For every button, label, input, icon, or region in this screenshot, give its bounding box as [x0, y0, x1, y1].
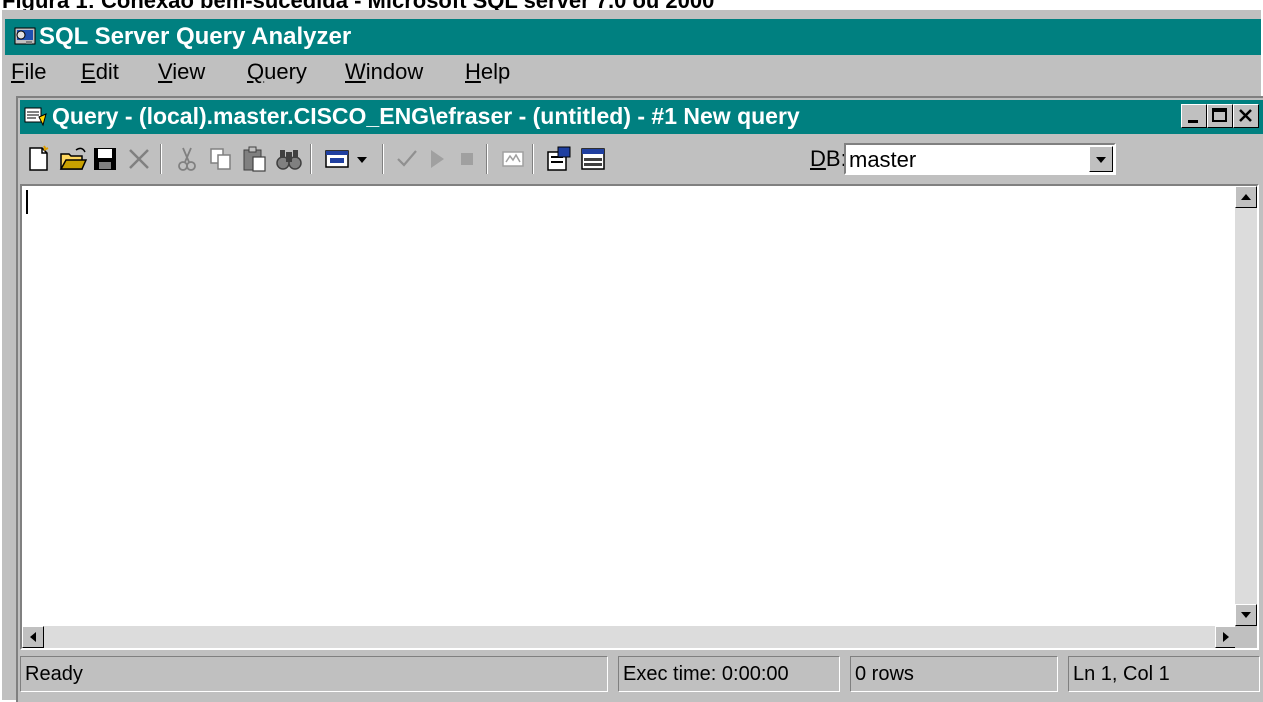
query-window-title-bar[interactable]: Query - (local).master.CISCO_ENG\efraser…: [20, 100, 1263, 134]
menu-query[interactable]: Query: [247, 59, 307, 85]
db-label-accel: D: [810, 146, 826, 171]
chevron-down-icon: [1096, 157, 1106, 163]
arrow-down-icon: [1241, 612, 1251, 618]
database-select[interactable]: master: [844, 143, 1116, 175]
dropdown-arrow-icon[interactable]: [352, 144, 372, 174]
toolbar-separator: [382, 144, 384, 174]
menu-edit-label: dit: [95, 59, 119, 84]
menu-window-accel: W: [345, 59, 366, 84]
cut-icon[interactable]: [172, 144, 202, 174]
arrow-right-icon: [1223, 632, 1229, 642]
menu-bar: File Edit View Query Window Help: [5, 56, 1261, 94]
menu-help-label: elp: [480, 59, 511, 84]
results-pane-icon[interactable]: [578, 144, 608, 174]
menu-file[interactable]: File: [11, 59, 46, 85]
query-editor[interactable]: [20, 184, 1259, 650]
toolbar-separator: [160, 144, 162, 174]
database-select-button[interactable]: [1089, 146, 1113, 172]
show-plan-icon[interactable]: [498, 144, 528, 174]
minimize-button[interactable]: [1181, 104, 1207, 128]
figure-caption-text: Figura 1: Conexão bem-sucedida - Microso…: [2, 0, 714, 10]
database-select-value: master: [849, 147, 917, 172]
status-ready: Ready: [25, 663, 83, 685]
object-browser-icon[interactable]: [544, 144, 574, 174]
app-title: SQL Server Query Analyzer: [39, 23, 352, 50]
query-toolbar: DB: master: [20, 136, 1261, 182]
menu-query-label: uery: [264, 59, 307, 84]
arrow-left-icon: [30, 632, 36, 642]
scrollbar-corner: [1235, 626, 1257, 648]
close-button[interactable]: [1233, 104, 1259, 128]
scroll-down-button[interactable]: [1235, 604, 1257, 626]
scroll-up-button[interactable]: [1235, 186, 1257, 208]
status-ready-pane: Ready: [20, 656, 608, 692]
menu-window[interactable]: Window: [345, 59, 423, 85]
menu-edit[interactable]: Edit: [81, 59, 119, 85]
text-caret: [26, 190, 28, 214]
results-mode-icon[interactable]: [322, 144, 352, 174]
query-analyzer-icon: [14, 27, 36, 45]
maximize-button[interactable]: [1207, 104, 1233, 128]
save-icon[interactable]: [90, 144, 120, 174]
db-label: DB:: [810, 146, 847, 172]
menu-help-accel: H: [465, 59, 481, 84]
copy-icon[interactable]: [206, 144, 236, 174]
menu-file-label: ile: [24, 59, 47, 84]
menu-help[interactable]: Help: [465, 59, 510, 85]
minimize-icon: [1188, 120, 1198, 123]
scroll-right-button[interactable]: [1215, 626, 1237, 648]
figure-caption: Figura 1: Conexão bem-sucedida - Microso…: [0, 0, 1263, 10]
paste-icon[interactable]: [240, 144, 270, 174]
app-title-bar[interactable]: SQL Server Query Analyzer: [5, 19, 1261, 55]
menu-query-accel: Q: [247, 59, 265, 84]
status-position-pane: Ln 1, Col 1: [1068, 656, 1260, 692]
status-rows: 0 rows: [855, 663, 914, 685]
find-icon[interactable]: [274, 144, 304, 174]
clear-icon[interactable]: [124, 144, 154, 174]
cancel-icon[interactable]: [452, 144, 482, 174]
toolbar-separator: [310, 144, 312, 174]
maximize-icon: [1212, 108, 1227, 122]
vertical-scrollbar[interactable]: [1235, 186, 1257, 626]
open-icon[interactable]: [58, 144, 88, 174]
query-child-window: Query - (local).master.CISCO_ENG\efraser…: [16, 96, 1263, 702]
menu-edit-accel: E: [81, 59, 96, 84]
query-window-icon: [24, 107, 47, 127]
new-query-icon[interactable]: [24, 144, 54, 174]
query-window-title: Query - (local).master.CISCO_ENG\efraser…: [52, 103, 800, 129]
status-exec-time: Exec time: 0:00:00: [623, 663, 789, 685]
close-icon: [1239, 109, 1252, 122]
parse-icon[interactable]: [392, 144, 422, 174]
menu-view-label: iew: [172, 59, 206, 84]
execute-icon[interactable]: [422, 144, 452, 174]
menu-window-label: indow: [365, 59, 424, 84]
horizontal-scrollbar[interactable]: [22, 626, 1237, 648]
status-position: Ln 1, Col 1: [1073, 663, 1170, 685]
menu-view[interactable]: View: [158, 59, 205, 85]
query-analyzer-window: SQL Server Query Analyzer File Edit View…: [2, 10, 1263, 702]
scroll-left-button[interactable]: [22, 626, 44, 648]
arrow-up-icon: [1241, 194, 1251, 200]
toolbar-separator: [532, 144, 534, 174]
menu-file-accel: F: [11, 59, 25, 84]
status-rows-pane: 0 rows: [850, 656, 1058, 692]
toolbar-separator: [486, 144, 488, 174]
status-exec-time-pane: Exec time: 0:00:00: [618, 656, 840, 692]
status-bar: Ready Exec time: 0:00:00 0 rows Ln 1, Co…: [20, 652, 1261, 700]
menu-view-accel: V: [158, 59, 173, 84]
